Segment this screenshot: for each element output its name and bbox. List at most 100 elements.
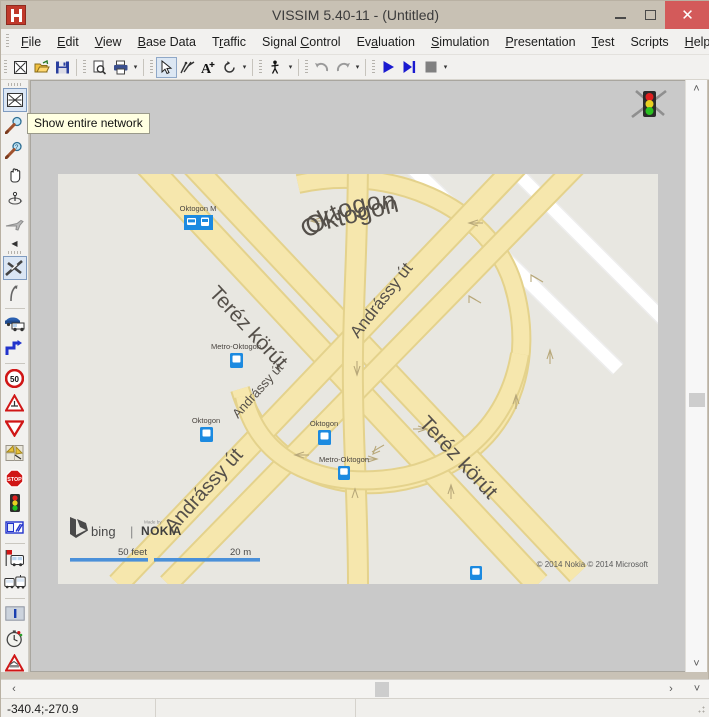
sidebar-grip-icon-2[interactable] bbox=[8, 251, 21, 254]
bing-map-background[interactable]: .rd { stroke: #f6e7ad; stroke-linecap: b… bbox=[58, 174, 658, 584]
nokia-logo-text: NOKIA bbox=[141, 524, 182, 538]
network-editor-canvas[interactable]: .rd { stroke: #f6e7ad; stroke-linecap: b… bbox=[30, 80, 687, 672]
menu-edit[interactable]: Edit bbox=[49, 32, 87, 52]
toolbar-separator-2 bbox=[143, 58, 144, 76]
menu-signal-control[interactable]: Signal Control bbox=[254, 32, 349, 52]
menu-base-data[interactable]: Base Data bbox=[130, 32, 204, 52]
svg-text:50: 50 bbox=[10, 375, 19, 384]
menu-help[interactable]: Help bbox=[677, 32, 709, 52]
refresh-dropdown-arrow-icon[interactable]: ▾ bbox=[240, 57, 249, 78]
sidebar-item-reduced-speed-area[interactable] bbox=[3, 391, 27, 415]
toolbar-grip-icon-2[interactable] bbox=[83, 59, 86, 75]
sidebar-item-queue-counters[interactable] bbox=[3, 651, 27, 675]
menu-file[interactable]: File bbox=[13, 32, 49, 52]
pedestrian-icon[interactable] bbox=[265, 57, 286, 78]
sidebar-item-links[interactable] bbox=[2, 256, 27, 280]
toolbar-grip-icon-5[interactable] bbox=[305, 59, 308, 75]
horizontal-scroll-thumb[interactable] bbox=[375, 681, 389, 697]
toolbar-separator-5 bbox=[365, 58, 366, 76]
menu-simulation[interactable]: Simulation bbox=[423, 32, 497, 52]
select-arrow-icon[interactable] bbox=[156, 56, 177, 78]
menu-scripts[interactable]: Scripts bbox=[622, 32, 676, 52]
sidebar-item-fly[interactable] bbox=[3, 213, 27, 237]
canvas-vertical-scrollbar[interactable]: ˄ ˅ bbox=[685, 80, 707, 672]
sidebar-item-nodes[interactable] bbox=[3, 601, 27, 625]
stop-dropdown-arrow-icon[interactable]: ▾ bbox=[441, 57, 450, 78]
sidebar-scroll-left-icon[interactable]: ◀ bbox=[11, 238, 17, 250]
run-simulation-icon[interactable] bbox=[378, 57, 399, 78]
scroll-right-button[interactable]: › bbox=[658, 680, 684, 699]
sidebar-item-data-collection[interactable] bbox=[3, 626, 27, 650]
new-network-icon[interactable] bbox=[10, 57, 31, 78]
pedestrian-dropdown-arrow-icon[interactable]: ▾ bbox=[286, 57, 295, 78]
sidebar-grip-icon[interactable] bbox=[8, 83, 21, 86]
toolbar-grip-icon[interactable] bbox=[4, 59, 7, 75]
minimize-button[interactable] bbox=[605, 1, 635, 29]
poi-oktogon-m[interactable]: Oktogon M bbox=[180, 204, 217, 230]
sidebar-item-conflict-areas[interactable] bbox=[3, 441, 27, 465]
sidebar-item-zoom[interactable] bbox=[3, 113, 27, 137]
sidebar-item-pt-lines[interactable] bbox=[3, 571, 27, 595]
close-button[interactable]: ✕ bbox=[665, 1, 709, 29]
poi-bottom-marker[interactable] bbox=[470, 566, 482, 580]
vissim-icon bbox=[6, 5, 26, 25]
menu-test[interactable]: Test bbox=[584, 32, 623, 52]
print-icon[interactable] bbox=[110, 57, 131, 78]
stop-simulation-icon[interactable] bbox=[420, 57, 441, 78]
tooltip-show-entire-network: Show entire network bbox=[27, 113, 150, 134]
sidebar-item-priority-rules[interactable] bbox=[3, 416, 27, 440]
undo-dropdown-arrow-icon[interactable]: ▾ bbox=[353, 57, 362, 78]
sidebar-item-pan[interactable] bbox=[3, 163, 27, 187]
open-file-icon[interactable] bbox=[31, 57, 52, 78]
sidebar-item-vehicle-routes[interactable] bbox=[3, 336, 27, 360]
undo-icon[interactable] bbox=[311, 57, 332, 78]
sidebar-separator-4 bbox=[4, 598, 25, 599]
single-step-icon[interactable] bbox=[399, 57, 420, 78]
menu-evaluation[interactable]: Evaluation bbox=[349, 32, 423, 52]
horizontal-scroll-track[interactable] bbox=[27, 680, 658, 699]
menu-bar: File Edit View Base Data Traffic Signal … bbox=[1, 29, 709, 55]
menu-traffic[interactable]: Traffic bbox=[204, 32, 254, 52]
poi-oktogon-center-label: Oktogon bbox=[310, 419, 338, 428]
sidebar-item-rotate[interactable] bbox=[3, 188, 27, 212]
sidebar-item-show-entire-network[interactable] bbox=[2, 88, 27, 112]
print-dropdown-arrow-icon[interactable]: ▾ bbox=[131, 57, 140, 78]
vertical-scroll-track[interactable] bbox=[686, 97, 708, 655]
window-controls: ✕ bbox=[605, 1, 709, 29]
network-editor-icon[interactable] bbox=[177, 57, 198, 78]
sidebar-item-stop-signs[interactable]: STOP bbox=[3, 466, 27, 490]
maximize-button[interactable] bbox=[635, 1, 665, 29]
print-preview-icon[interactable] bbox=[89, 57, 110, 78]
vertical-scroll-thumb[interactable] bbox=[688, 393, 705, 407]
toolbar-grip-icon-4[interactable] bbox=[259, 59, 262, 75]
sidebar-item-signal-heads[interactable] bbox=[3, 491, 27, 515]
redo-icon[interactable] bbox=[332, 57, 353, 78]
sidebar-separator-2 bbox=[4, 363, 25, 364]
canvas-horizontal-scrollbar[interactable]: ‹ › ˅ bbox=[1, 679, 709, 698]
poi-metro-oktogon-lower-label: Metro-Oktogon bbox=[319, 455, 369, 464]
text-label-icon[interactable]: A bbox=[198, 57, 219, 78]
status-cell-2 bbox=[156, 698, 356, 717]
sidebar-item-vehicle-inputs[interactable] bbox=[3, 311, 27, 335]
signal-control-badge[interactable] bbox=[629, 85, 671, 123]
resize-grip-icon[interactable] bbox=[694, 701, 708, 716]
toolbar-grip-icon-6[interactable] bbox=[372, 59, 375, 75]
menu-presentation[interactable]: Presentation bbox=[497, 32, 583, 52]
sidebar-item-pt-stops[interactable] bbox=[3, 546, 27, 570]
sidebar-item-zoom-query[interactable]: ? bbox=[3, 138, 27, 162]
refresh-icon[interactable] bbox=[219, 57, 240, 78]
status-cell-3 bbox=[356, 699, 694, 717]
toolbar-grip-icon-3[interactable] bbox=[150, 59, 153, 75]
scroll-down-button[interactable]: ˅ bbox=[686, 655, 708, 672]
window-title: VISSIM 5.40-11 - (Untitled) bbox=[271, 7, 440, 23]
scroll-left-button[interactable]: ‹ bbox=[1, 680, 27, 699]
save-icon[interactable] bbox=[52, 57, 73, 78]
sidebar-item-desired-speed-decision[interactable]: 50 bbox=[3, 366, 27, 390]
sidebar-separator bbox=[4, 308, 25, 309]
scroll-up-button[interactable]: ˄ bbox=[686, 80, 708, 97]
sidebar-item-detectors[interactable] bbox=[3, 516, 27, 540]
sidebar-item-connector[interactable] bbox=[3, 281, 27, 305]
menu-grip-icon[interactable] bbox=[6, 34, 9, 49]
scroll-extra-button[interactable]: ˅ bbox=[684, 680, 709, 699]
menu-view[interactable]: View bbox=[87, 32, 130, 52]
